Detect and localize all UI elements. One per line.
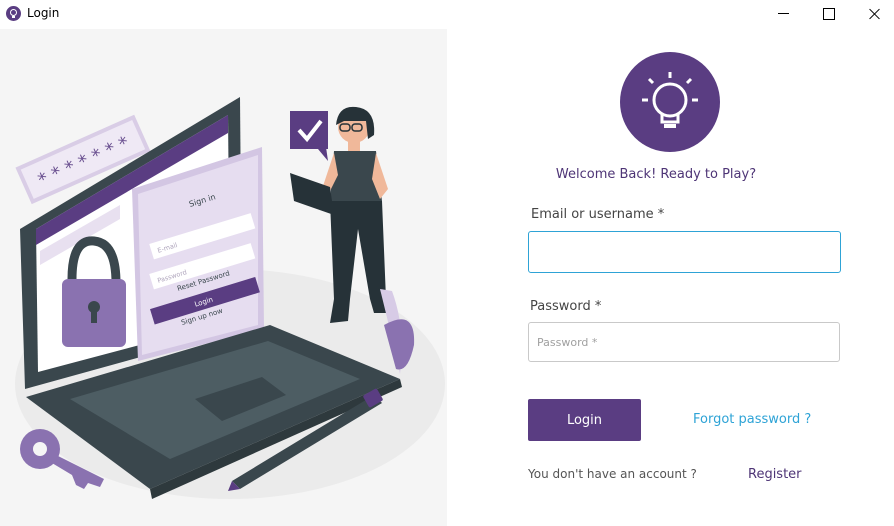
- window-title: Login: [27, 6, 60, 20]
- title-bar: Login: [0, 0, 894, 28]
- email-field[interactable]: [528, 231, 841, 273]
- lightbulb-icon: [6, 6, 21, 21]
- login-button[interactable]: Login: [528, 399, 641, 441]
- password-label: Password *: [530, 299, 602, 314]
- email-label: Email or username *: [531, 207, 665, 222]
- minimize-button[interactable]: [760, 0, 806, 28]
- maximize-button[interactable]: [806, 0, 852, 28]
- no-account-text: You don't have an account ?: [528, 467, 697, 481]
- lightbulb-icon: [620, 52, 720, 152]
- close-button[interactable]: [852, 0, 894, 28]
- illustration-graphic: * * * * * * * Sign in E-mail Password Re…: [15, 97, 445, 499]
- welcome-message: Welcome Back! Ready to Play?: [555, 167, 757, 182]
- password-field[interactable]: [528, 322, 840, 362]
- forgot-password-link[interactable]: Forgot password ?: [693, 412, 811, 427]
- register-link[interactable]: Register: [748, 467, 802, 482]
- login-illustration: * * * * * * * Sign in E-mail Password Re…: [0, 29, 447, 526]
